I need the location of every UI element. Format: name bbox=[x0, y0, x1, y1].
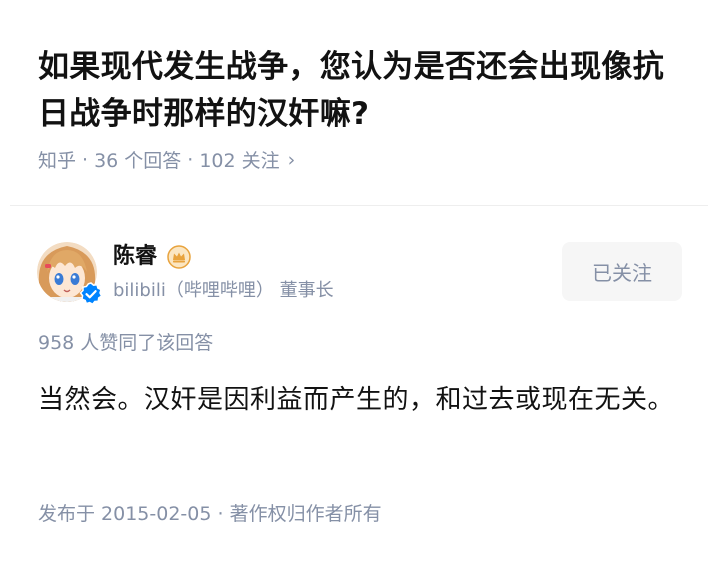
divider bbox=[10, 205, 708, 206]
answers-count: 36 个回答 bbox=[94, 150, 182, 172]
chevron-right-icon: › bbox=[287, 148, 296, 171]
answer-footer: 发布于 2015-02-05 · 著作权归作者所有 bbox=[38, 503, 382, 525]
question-title[interactable]: 如果现代发生战争，您认为是否还会出现像抗日战争时那样的汉奸嘛? bbox=[38, 44, 678, 138]
crown-badge-icon[interactable] bbox=[167, 245, 191, 269]
question-meta[interactable]: 知乎 · 36 个回答 · 102 关注 › bbox=[38, 146, 295, 173]
author-description: bilibili（哔哩哔哩） 董事长 bbox=[113, 280, 334, 301]
meta-separator: · bbox=[82, 148, 89, 171]
source-label: 知乎 bbox=[38, 150, 77, 172]
follow-button[interactable]: 已关注 bbox=[562, 242, 682, 301]
author-name-label: 陈睿 bbox=[113, 244, 158, 269]
avatar[interactable] bbox=[37, 242, 103, 306]
meta-separator: · bbox=[187, 148, 194, 171]
followers-count: 102 关注 bbox=[199, 150, 280, 172]
author-name[interactable]: 陈睿 bbox=[113, 242, 191, 272]
answer-content[interactable]: 当然会。汉奸是因利益而产生的，和过去或现在无关。 bbox=[38, 378, 688, 422]
vote-summary[interactable]: 958 人赞同了该回答 bbox=[38, 329, 213, 357]
verified-badge-icon bbox=[79, 282, 103, 306]
